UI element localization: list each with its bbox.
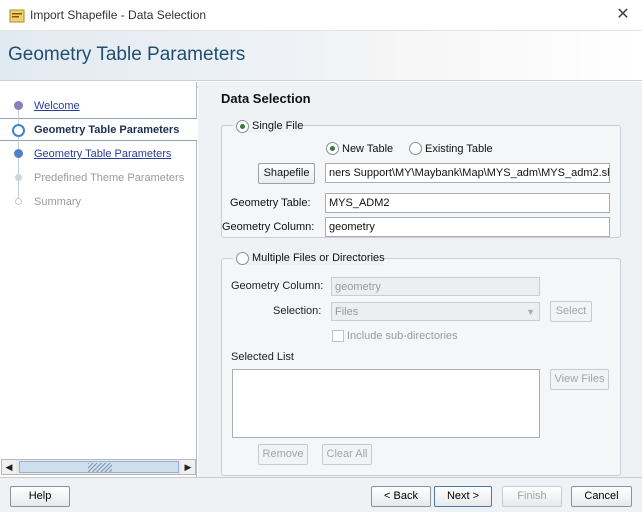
multi-geometry-column-field[interactable]: geometry [331, 277, 540, 296]
step-disabled-icon [15, 198, 22, 205]
window-title: Import Shapefile - Data Selection [30, 8, 207, 22]
include-subdirs-checkbox[interactable] [332, 330, 344, 342]
geometry-table-label: Geometry Table: [230, 197, 311, 209]
cancel-button[interactable]: Cancel [571, 486, 632, 507]
selected-list[interactable] [232, 369, 540, 438]
multiple-files-radio[interactable] [236, 252, 249, 265]
multiple-files-label: Multiple Files or Directories [252, 252, 385, 264]
scroll-right-icon[interactable]: ▶ [181, 460, 195, 474]
new-table-radio[interactable] [326, 142, 339, 155]
page-title: Geometry Table Parameters [8, 44, 246, 65]
finish-button[interactable]: Finish [502, 486, 562, 507]
multi-geometry-column-label: Geometry Column: [231, 280, 324, 292]
new-table-label: New Table [342, 143, 394, 155]
nav-item-welcome[interactable]: Welcome [34, 100, 80, 112]
step-current-icon [12, 124, 25, 137]
chevron-down-icon: ▼ [526, 307, 535, 317]
nav-item-summary: Summary [34, 196, 82, 208]
geometry-table-field[interactable]: MYS_ADM2 [325, 193, 610, 213]
step-visited-icon [14, 101, 23, 110]
shapefile-button[interactable]: Shapefile [258, 163, 315, 184]
include-subdirs-label: Include sub-directories [347, 330, 458, 342]
scroll-thumb[interactable] [19, 461, 179, 473]
view-files-button[interactable]: View Files [550, 369, 609, 390]
select-button[interactable]: Select [550, 301, 592, 322]
existing-table-radio[interactable] [409, 142, 422, 155]
back-button[interactable]: < Back [371, 486, 431, 507]
app-icon [9, 9, 25, 23]
section-title: Data Selection [221, 91, 311, 106]
step-next-icon [14, 149, 23, 158]
next-button[interactable]: Next > [434, 486, 492, 507]
single-file-label: Single File [252, 120, 304, 132]
single-file-radio[interactable] [236, 120, 249, 133]
remove-button[interactable]: Remove [258, 444, 308, 465]
existing-table-label: Existing Table [425, 143, 493, 155]
scroll-left-icon[interactable]: ◀ [2, 460, 16, 474]
geometry-column-field[interactable]: geometry [325, 217, 610, 237]
geometry-column-label: Geometry Column: [222, 221, 315, 233]
selection-label: Selection: [273, 305, 322, 317]
help-button[interactable]: Help [10, 486, 70, 507]
wizard-steps-panel [0, 82, 197, 477]
step-disabled-icon [15, 174, 22, 181]
nav-item-geometry-table-parameters[interactable]: Geometry Table Parameters [34, 148, 171, 160]
clear-all-button[interactable]: Clear All [322, 444, 372, 465]
nav-item-geometry-table-parameters-current[interactable]: Geometry Table Parameters [34, 124, 179, 136]
selection-value: Files [335, 306, 359, 318]
nav-item-predefined-theme-parameters: Predefined Theme Parameters [34, 172, 185, 184]
steps-horizontal-scrollbar[interactable]: ◀ ▶ [1, 459, 196, 475]
shapefile-path-field[interactable]: ners Support\MY\Maybank\Map\MYS_adm\MYS_… [325, 163, 610, 183]
selection-dropdown[interactable]: Files ▼ [331, 302, 540, 321]
close-icon[interactable]: ✕ [612, 5, 634, 25]
selected-list-label: Selected List [231, 351, 294, 363]
